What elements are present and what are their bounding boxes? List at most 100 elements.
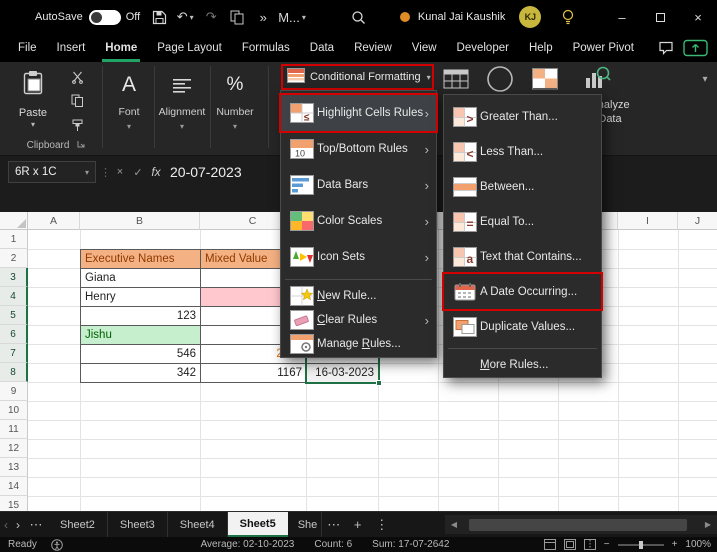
menu-item-color-scales[interactable]: Color Scales› — [281, 203, 436, 239]
menu-tab-page-layout[interactable]: Page Layout — [147, 34, 232, 62]
row-header-8[interactable]: 8 — [0, 363, 28, 382]
row-header-2[interactable]: 2 — [0, 249, 28, 268]
comments-icon[interactable] — [651, 36, 681, 60]
new-sheet-button[interactable]: + — [346, 512, 370, 537]
close-button[interactable]: × — [679, 0, 717, 34]
cell-C8[interactable]: 1167 — [200, 363, 307, 383]
status-sum[interactable]: Sum: 17-07-2642 — [372, 539, 449, 550]
insert-function-icon[interactable]: fx — [148, 161, 164, 183]
column-header-A[interactable]: A — [28, 212, 80, 230]
save-button[interactable] — [148, 4, 170, 30]
cell-B5[interactable]: 123 — [80, 306, 201, 326]
cell-B3[interactable]: Giana — [80, 268, 201, 288]
account-name[interactable]: Kunal Jai Kaushik — [418, 11, 505, 23]
menu-tab-power-pivot[interactable]: Power Pivot — [563, 34, 644, 62]
normal-view-icon[interactable] — [544, 539, 556, 550]
qat-dropdown[interactable]: M...▾ — [278, 4, 306, 30]
name-box[interactable]: 6R x 1C ▾ — [8, 161, 96, 183]
menu-tab-formulas[interactable]: Formulas — [232, 34, 300, 62]
zoom-slider[interactable] — [618, 544, 664, 546]
menu-tab-view[interactable]: View — [402, 34, 447, 62]
scroll-left-icon[interactable]: ◀ — [445, 520, 463, 529]
analyze-data-icon[interactable] — [584, 65, 611, 92]
minimize-button[interactable]: – — [603, 0, 641, 34]
row-header-13[interactable]: 13 — [0, 458, 28, 477]
cancel-icon[interactable]: × — [112, 161, 128, 183]
menu-item-between[interactable]: Between... — [444, 169, 601, 204]
menu-tab-insert[interactable]: Insert — [47, 34, 96, 62]
format-painter-button[interactable] — [66, 116, 88, 134]
menu-item-equal-to[interactable]: =Equal To... — [444, 204, 601, 239]
column-header-B[interactable]: B — [80, 212, 200, 230]
menu-item-duplicate-values[interactable]: Duplicate Values... — [444, 309, 601, 344]
paste-button[interactable]: Paste ▾ — [8, 66, 58, 140]
page-layout-view-icon[interactable] — [564, 539, 576, 550]
zoom-out-button[interactable]: − — [604, 539, 610, 550]
row-header-7[interactable]: 7 — [0, 344, 28, 363]
sheet-tab-sheet3[interactable]: Sheet3 — [108, 512, 168, 537]
row-header-15[interactable]: 15 — [0, 496, 28, 511]
menu-item-icon-sets[interactable]: Icon Sets› — [281, 239, 436, 275]
sheet-tab-sheet5[interactable]: Sheet5 — [228, 512, 288, 537]
scroll-right-icon[interactable]: ▶ — [699, 520, 717, 529]
cell-B7[interactable]: 546 — [80, 344, 201, 364]
row-header-10[interactable]: 10 — [0, 401, 28, 420]
menu-item-top-bottom-rules[interactable]: 10Top/Bottom Rules› — [281, 131, 436, 167]
number-group-button[interactable]: % Number ▾ — [212, 66, 258, 150]
tab-scroll-left-icon[interactable]: ‹ — [0, 512, 12, 537]
menu-item-highlight-cells-rules[interactable]: ≤Highlight Cells Rules› — [281, 95, 436, 131]
copy-qat-button[interactable] — [226, 4, 248, 30]
status-average[interactable]: Average: 02-10-2023 — [201, 539, 295, 550]
zoom-knob[interactable] — [639, 541, 643, 549]
menu-item-a-date-occurring[interactable]: A Date Occurring... — [444, 274, 601, 309]
menu-tab-developer[interactable]: Developer — [447, 34, 519, 62]
status-count[interactable]: Count: 6 — [314, 539, 352, 550]
column-header-J[interactable]: J — [678, 212, 717, 230]
menu-item-greater-than[interactable]: >Greater Than... — [444, 99, 601, 134]
font-group-button[interactable]: A Font ▾ — [106, 66, 152, 150]
menu-item-clear-rules[interactable]: Clear Rules› — [281, 308, 436, 332]
undo-button[interactable]: ↶▾ — [174, 4, 196, 30]
formula-bar-value[interactable]: 20-07-2023 — [170, 161, 242, 183]
formula-bar-sizer[interactable]: ⋮ — [100, 161, 111, 183]
redo-button[interactable]: ↷ — [200, 4, 222, 30]
menu-tab-file[interactable]: File — [8, 34, 47, 62]
row-header-6[interactable]: 6 — [0, 325, 28, 344]
page-break-view-icon[interactable] — [584, 539, 596, 550]
sheet-tab-sheet2[interactable]: Sheet2 — [48, 512, 108, 537]
column-header-I[interactable]: I — [618, 212, 678, 230]
maximize-button[interactable] — [641, 0, 679, 34]
row-header-11[interactable]: 11 — [0, 420, 28, 439]
avatar[interactable]: KJ — [519, 6, 541, 28]
fill-handle[interactable] — [376, 380, 382, 386]
menu-tab-help[interactable]: Help — [519, 34, 563, 62]
row-header-12[interactable]: 12 — [0, 439, 28, 458]
sheet-tab-she[interactable]: She — [288, 512, 322, 537]
row-header-4[interactable]: 4 — [0, 287, 28, 306]
format-as-table-icon[interactable] — [443, 68, 469, 90]
menu-tab-review[interactable]: Review — [344, 34, 402, 62]
alignment-group-button[interactable]: Alignment ▾ — [156, 66, 208, 150]
undo-dropdown-icon[interactable]: ▾ — [190, 13, 194, 22]
tab-options-icon[interactable]: ⋮ — [370, 512, 394, 537]
ribbon-options-chevron-icon[interactable]: ▾ — [696, 70, 714, 88]
menu-item-less-than[interactable]: <Less Than... — [444, 134, 601, 169]
tab-list-ellipsis-icon[interactable]: ⋯ — [24, 512, 48, 537]
accessibility-icon[interactable] — [51, 539, 63, 551]
menu-tab-home[interactable]: Home — [95, 34, 147, 62]
tab-scroll-right-icon[interactable]: › — [12, 512, 24, 537]
row-header-14[interactable]: 14 — [0, 477, 28, 496]
menu-item-manage-rules[interactable]: Manage Rules... — [281, 332, 436, 356]
menu-item-text-that-contains[interactable]: aText that Contains... — [444, 239, 601, 274]
select-all-corner[interactable] — [0, 212, 28, 230]
lightbulb-icon[interactable] — [557, 4, 579, 30]
cell-B6[interactable]: Jishu — [80, 325, 201, 345]
horizontal-scrollbar[interactable]: ◀ ▶ — [445, 515, 717, 534]
enter-icon[interactable]: ✓ — [130, 161, 146, 183]
cell-styles-icon[interactable] — [532, 68, 558, 90]
cell-B2[interactable]: Executive Names — [80, 249, 201, 269]
row-header-1[interactable]: 1 — [0, 230, 28, 249]
row-header-3[interactable]: 3 — [0, 268, 28, 287]
menu-item-more-rules[interactable]: More Rules... — [444, 353, 601, 377]
autosave-toggle[interactable] — [89, 10, 121, 25]
